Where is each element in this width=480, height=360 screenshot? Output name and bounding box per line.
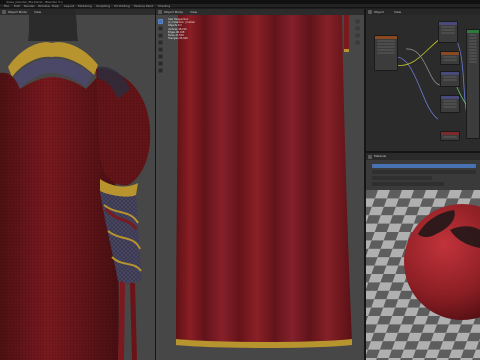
property-row[interactable] (372, 176, 432, 180)
mode-selector[interactable]: Object Mode (8, 9, 27, 15)
grid-icon[interactable] (355, 40, 360, 45)
workspace-tab-shading[interactable]: Shading (158, 4, 170, 8)
menu-window[interactable]: Window (38, 4, 50, 8)
menu-file[interactable]: File (4, 4, 9, 8)
workspace-tab-uv-editing[interactable]: UV Editing (114, 4, 130, 8)
editor-type-icon[interactable] (2, 10, 6, 14)
material-preview-panel[interactable]: Material (366, 153, 480, 360)
mode-selector[interactable]: Object Mode (164, 9, 183, 15)
tool-shelf (158, 19, 164, 75)
curtain-render (176, 15, 352, 348)
material-icon[interactable] (368, 154, 372, 159)
rotate-tool[interactable] (158, 40, 163, 45)
curtain-cloth (176, 15, 352, 344)
material-panel-header: Material (366, 153, 480, 160)
measure-tool[interactable] (158, 68, 163, 73)
editor-type-icon[interactable] (158, 10, 162, 14)
middle-3d-viewport[interactable]: Object Mode View User Perspective (1) Co… (156, 9, 364, 360)
workspace-tab-modeling[interactable]: Modeling (78, 4, 92, 8)
select-box-tool[interactable] (158, 19, 163, 24)
menu-render[interactable]: Render (24, 4, 35, 8)
cursor-tool[interactable] (158, 26, 163, 31)
stats-line: Triangles 95,620 (168, 37, 188, 41)
navigation-gizmos (355, 19, 361, 47)
viewport-stats-overlay: User Perspective (1) Collection | Curtai… (168, 18, 195, 40)
middle-viewport-header: Object Mode View (156, 9, 364, 15)
workspace-tab-sculpting[interactable]: Sculpting (96, 4, 110, 8)
material-preview-sphere (366, 190, 480, 360)
left-3d-viewport[interactable]: Object Mode View (0, 9, 155, 360)
view-menu[interactable]: View (190, 9, 197, 15)
annotate-tool[interactable] (158, 61, 163, 66)
workspace-tab-layout[interactable]: Layout (64, 4, 74, 8)
texture-node[interactable] (374, 35, 398, 71)
property-row[interactable] (372, 182, 444, 186)
output-node[interactable] (440, 131, 460, 141)
dress-render (0, 9, 151, 360)
shader-node-editor[interactable]: Object View (366, 9, 480, 151)
view-menu[interactable]: View (34, 9, 41, 15)
mix-node[interactable] (438, 21, 458, 43)
scale-tool[interactable] (158, 47, 163, 52)
material-panel-label: Material (374, 154, 387, 158)
ramp-node[interactable] (440, 51, 460, 65)
workspace-tab-texture-paint[interactable]: Texture Paint (134, 4, 153, 8)
menu-help[interactable]: Help (52, 4, 59, 8)
zoom-icon[interactable] (355, 19, 360, 24)
principled-bsdf-node[interactable] (466, 29, 480, 139)
transform-tool[interactable] (158, 54, 163, 59)
menu-edit[interactable]: Edit (14, 4, 20, 8)
camera-icon[interactable] (355, 33, 360, 38)
node-links (395, 38, 471, 120)
normal-map-node[interactable] (440, 95, 460, 113)
left-viewport-header: Object Mode View (0, 9, 155, 15)
move-tool[interactable] (158, 33, 163, 38)
bump-node[interactable] (440, 71, 460, 87)
pan-hand-icon[interactable] (355, 26, 360, 31)
preview-row[interactable] (372, 164, 476, 168)
surface-row[interactable] (372, 170, 476, 174)
menu-bar: File Edit Render Window Help Layout Mode… (0, 4, 480, 8)
